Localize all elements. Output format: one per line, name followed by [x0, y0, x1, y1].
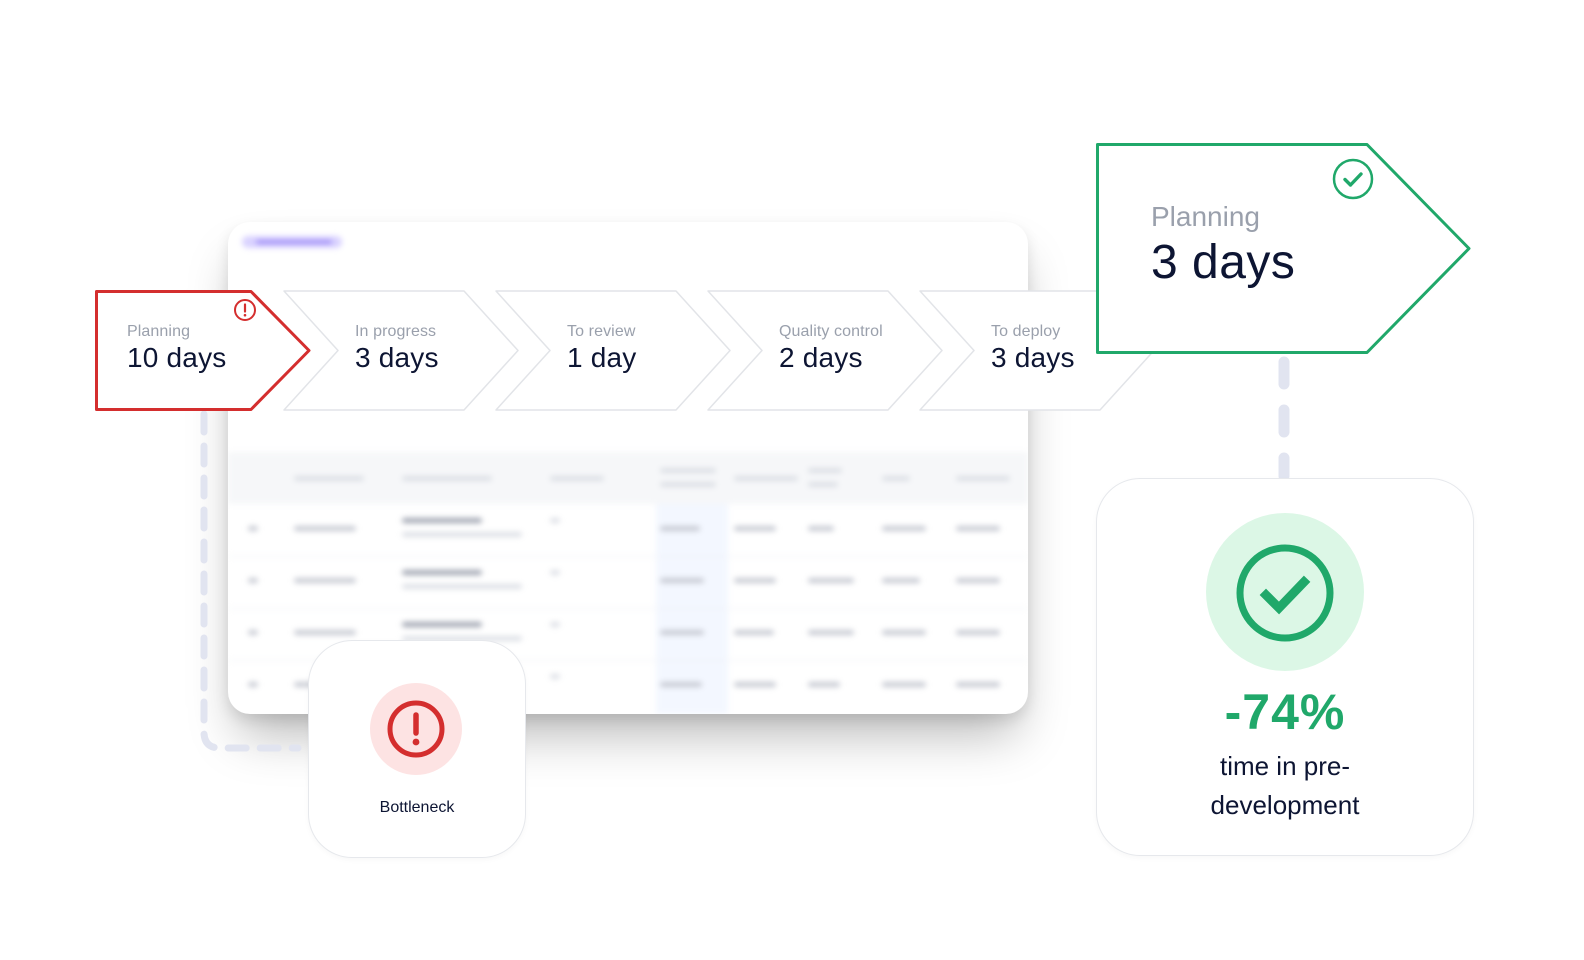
alert-circle-icon	[234, 299, 256, 321]
stage-label: To review	[567, 323, 636, 340]
stage-label: Planning	[1151, 201, 1260, 232]
table-header	[228, 452, 1028, 504]
result-card: -74% time in pre-development	[1096, 478, 1474, 856]
stage-label: In progress	[355, 323, 437, 340]
improved-stage-planning[interactable]: Planning 3 days	[1096, 143, 1472, 354]
metric-value: -74%	[1224, 684, 1346, 740]
stage-label: Planning	[127, 323, 191, 340]
stage-value: 2 days	[779, 342, 863, 373]
check-circle-icon	[1332, 158, 1374, 200]
stage-value: 3 days	[991, 342, 1075, 373]
pipeline-stage-quality-control[interactable]: Quality control 2 days	[706, 290, 943, 411]
pipeline-stage-planning-bottleneck[interactable]: Planning 10 days	[95, 290, 315, 411]
stage-label: Quality control	[779, 323, 883, 340]
pipeline-stage-in-progress[interactable]: In progress 3 days	[282, 290, 519, 411]
check-circle-icon	[1236, 544, 1334, 642]
stage-value: 10 days	[127, 342, 227, 373]
table-row	[228, 556, 1028, 609]
alert-circle-icon	[387, 700, 445, 758]
bottleneck-card: Bottleneck	[308, 640, 526, 858]
bottleneck-connector	[200, 410, 302, 752]
pipeline-stage-to-review[interactable]: To review 1 day	[494, 290, 731, 411]
stage-value: 3 days	[355, 342, 439, 373]
stage-value: 3 days	[1151, 236, 1296, 289]
table-row	[228, 504, 1028, 557]
result-connector	[1278, 356, 1290, 480]
metric-description: time in pre-development	[1210, 751, 1360, 820]
stage-value: 1 day	[567, 342, 637, 373]
bottleneck-title: Bottleneck	[379, 799, 455, 816]
dashboard-badge	[242, 236, 342, 248]
stage-label: To deploy	[991, 323, 1061, 340]
